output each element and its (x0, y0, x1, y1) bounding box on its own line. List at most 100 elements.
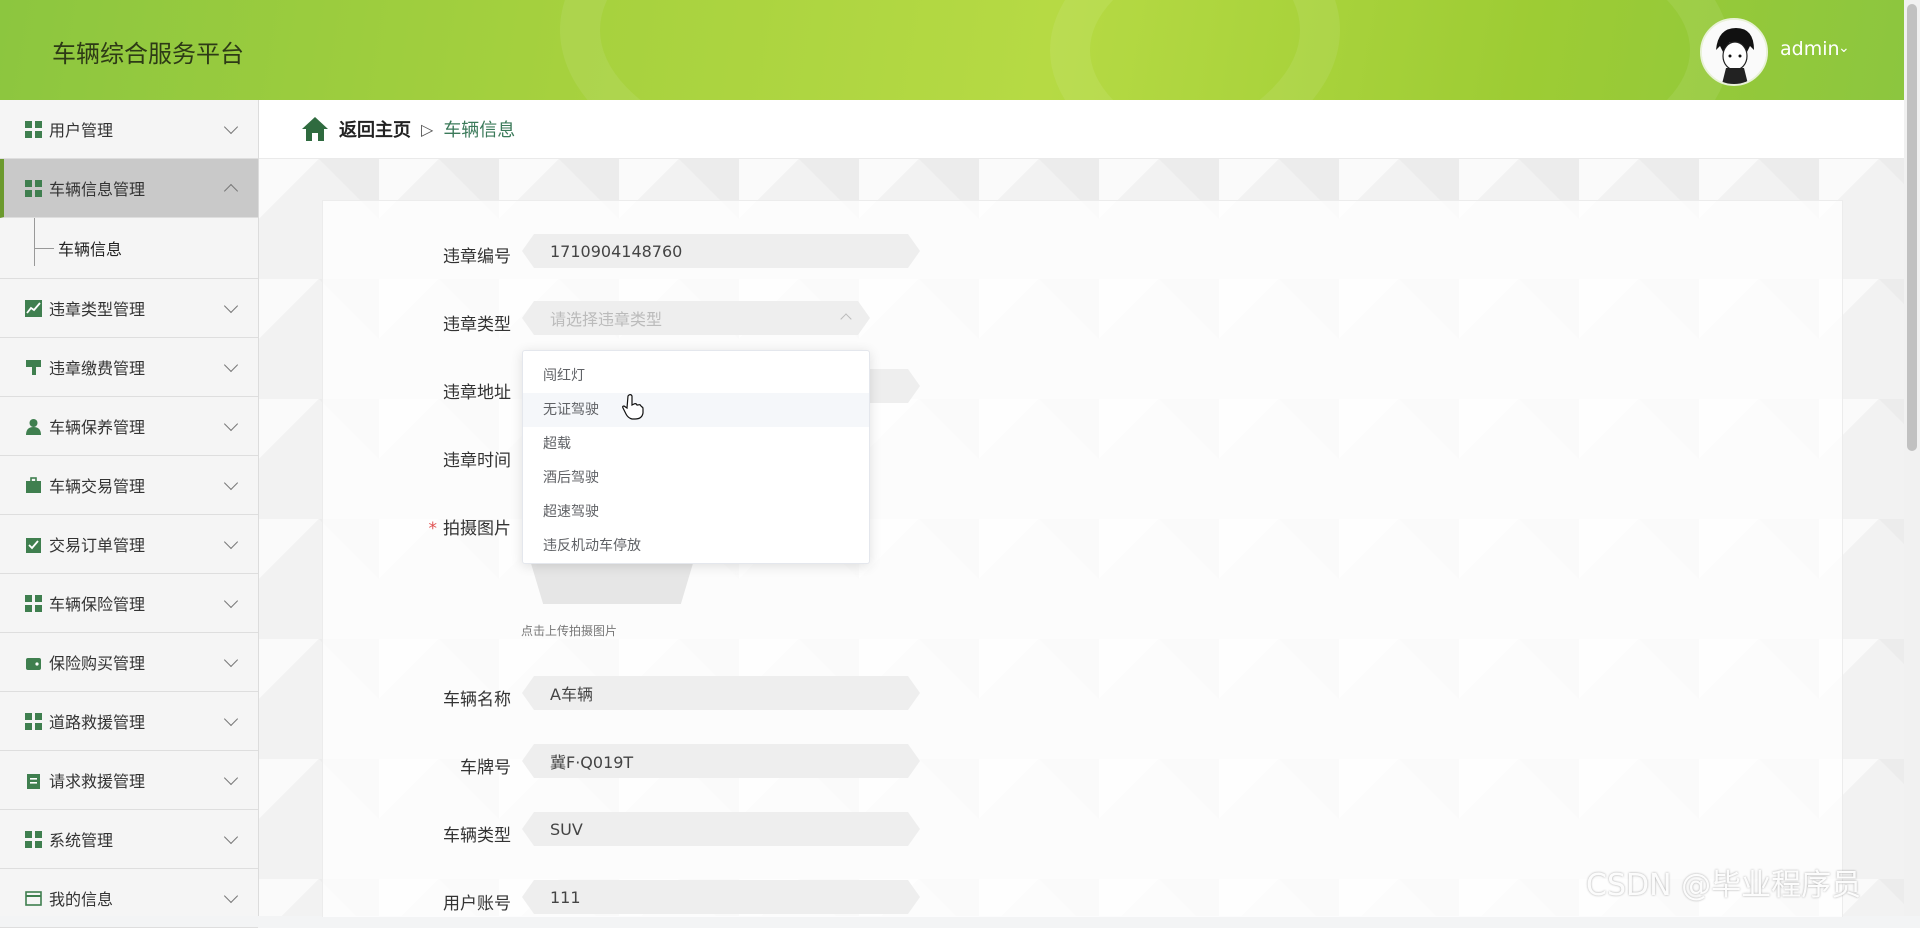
breadcrumb: 返回主页 ▷ 车辆信息 (259, 100, 1904, 159)
clipboard-icon (24, 771, 42, 789)
chevron-down-icon[interactable]: ⌄ (1838, 40, 1850, 56)
sidebar-item-label: 违章缴费管理 (49, 359, 146, 378)
sidebar-item-trade-orders[interactable]: 交易订单管理 (0, 515, 258, 574)
chevron-down-icon (223, 475, 239, 491)
tree-line (34, 218, 36, 266)
chevron-down-icon (223, 770, 239, 786)
briefcase-icon (24, 476, 42, 494)
violation-no-value: 1710904148760 (550, 241, 683, 261)
chevron-down-icon (223, 416, 239, 432)
violation-type-placeholder: 请选择违章类型 (550, 310, 663, 329)
photo-upload-box[interactable] (530, 560, 694, 604)
dropdown-option[interactable]: 酒后驾驶 (523, 461, 869, 495)
chevron-down-icon (223, 652, 239, 668)
chevron-down-icon (223, 829, 239, 845)
clipboard-check-icon (24, 535, 42, 553)
sidebar-item-violation-payment[interactable]: 违章缴费管理 (0, 338, 258, 397)
sidebar-item-violation-type[interactable]: 违章类型管理 (0, 279, 258, 338)
violation-addr-label: 违章地址 (443, 383, 511, 403)
vehicle-type-input[interactable]: SUV (522, 812, 920, 846)
grid-icon (24, 712, 42, 730)
dropdown-option[interactable]: 闯红灯 (523, 359, 869, 393)
account-label: 用户账号 (443, 894, 511, 914)
user-name[interactable]: admin (1780, 38, 1840, 60)
grid-icon (24, 594, 42, 612)
plate-value: 冀F·Q019T (550, 753, 634, 772)
sidebar-item-road-rescue[interactable]: 道路救援管理 (0, 692, 258, 751)
sidebar-item-label: 违章类型管理 (49, 300, 146, 319)
photo-label-text: 拍摄图片 (443, 519, 511, 539)
grid-icon (24, 179, 42, 197)
photo-label: * 拍摄图片 (371, 514, 512, 539)
required-marker: * (428, 519, 438, 539)
vehicle-type-value: SUV (550, 819, 583, 839)
sidebar: 用户管理 车辆信息管理 车辆信息 违章类型管理 违章缴费管理 车辆保养管理 车辆… (0, 100, 259, 928)
grid-icon (24, 120, 42, 138)
sidebar-item-vehicle-maintenance[interactable]: 车辆保养管理 (0, 397, 258, 456)
chevron-up-icon (840, 313, 851, 324)
sidebar-subitem-vehicle-info[interactable]: 车辆信息 (0, 218, 258, 279)
chevron-down-icon (223, 534, 239, 550)
breadcrumb-separator: ▷ (421, 119, 434, 139)
vehicle-type-label: 车辆类型 (443, 826, 511, 846)
back-home-link[interactable]: 返回主页 (339, 116, 411, 142)
account-value: 111 (550, 887, 581, 907)
sidebar-item-vehicle-info-management[interactable]: 车辆信息管理 (0, 159, 258, 218)
breadcrumb-current: 车辆信息 (443, 120, 516, 141)
chevron-down-icon (223, 119, 239, 135)
sidebar-subitem-label: 车辆信息 (58, 240, 123, 259)
user-avatar[interactable] (1700, 18, 1768, 86)
header-decoration (1050, 0, 1730, 100)
sidebar-item-vehicle-trade[interactable]: 车辆交易管理 (0, 456, 258, 515)
grid-icon (24, 830, 42, 848)
hand-cursor-icon (622, 394, 644, 420)
dropdown-option[interactable]: 违反机动车停放 (523, 529, 869, 563)
chevron-down-icon (223, 888, 239, 904)
sidebar-item-label: 请求救援管理 (49, 772, 146, 791)
violation-no-label: 违章编号 (443, 247, 511, 267)
top-header: 车辆综合服务平台 admin ⌄ (0, 0, 1904, 100)
sidebar-item-system-management[interactable]: 系统管理 (0, 810, 258, 869)
sidebar-item-label: 车辆保养管理 (49, 418, 146, 437)
violation-time-label: 违章时间 (443, 451, 511, 471)
vehicle-name-input[interactable]: A车辆 (522, 676, 920, 710)
vehicle-name-value: A车辆 (550, 685, 593, 704)
account-input[interactable]: 111 (522, 880, 920, 914)
sidebar-item-vehicle-insurance[interactable]: 车辆保险管理 (0, 574, 258, 633)
vehicle-name-label: 车辆名称 (443, 690, 511, 710)
plate-label: 车牌号 (460, 758, 511, 778)
tree-line (34, 248, 54, 249)
plate-input[interactable]: 冀F·Q019T (522, 744, 920, 778)
home-icon[interactable] (301, 116, 329, 142)
sidebar-item-label: 用户管理 (49, 121, 114, 140)
chart-icon (24, 299, 42, 317)
sidebar-item-label: 系统管理 (49, 831, 114, 850)
watermark: CSDN @毕业程序员 (1586, 868, 1862, 903)
sidebar-item-my-info[interactable]: 我的信息 (0, 869, 258, 928)
sidebar-item-user-management[interactable]: 用户管理 (0, 100, 258, 159)
violation-type-select[interactable]: 请选择违章类型 (522, 301, 870, 335)
sidebar-item-label: 车辆保险管理 (49, 595, 146, 614)
chevron-down-icon (223, 593, 239, 609)
sidebar-item-label: 交易订单管理 (49, 536, 146, 555)
dropdown-option[interactable]: 超速驾驶 (523, 495, 869, 529)
upload-tip: 点击上传拍摄图片 (521, 624, 618, 638)
dropdown-option[interactable]: 无证驾驶 (523, 393, 869, 427)
sidebar-item-label: 保险购买管理 (49, 654, 146, 673)
violation-no-input[interactable]: 1710904148760 (522, 234, 920, 268)
person-icon (24, 417, 42, 435)
sidebar-item-label: 我的信息 (49, 890, 114, 909)
violation-type-dropdown: 闯红灯 无证驾驶 超载 酒后驾驶 超速驾驶 违反机动车停放 (522, 350, 870, 564)
sidebar-item-label: 道路救援管理 (49, 713, 146, 732)
sidebar-item-insurance-purchase[interactable]: 保险购买管理 (0, 633, 258, 692)
sidebar-item-label: 车辆交易管理 (49, 477, 146, 496)
chevron-up-icon (223, 183, 239, 199)
chevron-down-icon (223, 357, 239, 373)
sidebar-item-rescue-request[interactable]: 请求救援管理 (0, 751, 258, 810)
sidebar-item-label: 车辆信息管理 (49, 180, 146, 199)
page-scrollbar-thumb[interactable] (1907, 4, 1917, 451)
dropdown-option[interactable]: 超载 (523, 427, 869, 461)
chevron-down-icon (223, 298, 239, 314)
wallet-icon (24, 653, 42, 671)
card-icon (24, 889, 42, 907)
